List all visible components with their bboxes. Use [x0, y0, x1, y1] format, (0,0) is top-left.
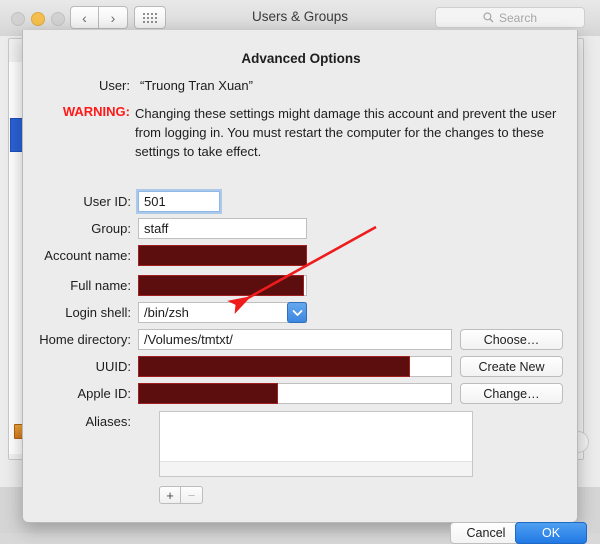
- account-name-redaction: [138, 245, 307, 266]
- field-row-full-name: Full name:: [23, 275, 579, 297]
- field-row-uuid: UUID: Create New: [23, 356, 579, 378]
- group-input[interactable]: staff: [138, 218, 307, 239]
- account-name-label: Account name:: [44, 248, 131, 263]
- remove-alias-button[interactable]: −: [181, 486, 203, 504]
- warning-text: Changing these settings might damage thi…: [135, 106, 557, 159]
- warning-label: WARNING:: [62, 104, 130, 119]
- user-id-input[interactable]: 501: [138, 191, 220, 212]
- search-icon: [483, 12, 494, 23]
- field-row-group: Group: staff: [23, 218, 579, 240]
- full-name-redaction: [138, 275, 304, 296]
- field-row-account-name: Account name:: [23, 245, 579, 267]
- chevron-down-icon: [292, 309, 302, 316]
- apple-id-redaction: [138, 383, 278, 404]
- create-new-button[interactable]: Create New: [460, 356, 563, 377]
- field-row-apple-id: Apple ID: Change…: [23, 383, 579, 405]
- search-input[interactable]: Search: [435, 7, 585, 28]
- advanced-options-sheet: Advanced Options User: “Truong Tran Xuan…: [22, 30, 587, 544]
- user-id-label: User ID:: [83, 194, 131, 209]
- sheet-title: Advanced Options: [241, 51, 361, 66]
- full-name-label: Full name:: [70, 278, 131, 293]
- uuid-label: UUID:: [95, 359, 131, 374]
- search-placeholder: Search: [498, 10, 538, 25]
- choose-button[interactable]: Choose…: [460, 329, 563, 350]
- uuid-redaction: [138, 356, 410, 377]
- ok-button[interactable]: OK: [515, 522, 587, 544]
- aliases-label: Aliases:: [85, 414, 131, 429]
- aliases-list[interactable]: [159, 411, 473, 477]
- login-shell-input[interactable]: /bin/zsh: [138, 302, 307, 323]
- cancel-button[interactable]: Cancel: [450, 522, 522, 544]
- aliases-add-remove-control: + −: [159, 486, 203, 504]
- apple-id-label: Apple ID:: [77, 386, 131, 401]
- field-row-home-directory: Home directory: /Volumes/tmtxt/ Choose…: [23, 329, 579, 351]
- field-row-user-id: User ID: 501: [23, 191, 579, 213]
- home-directory-label: Home directory:: [39, 332, 131, 347]
- change-button[interactable]: Change…: [460, 383, 563, 404]
- user-name-value: “Truong Tran Xuan”: [140, 78, 253, 93]
- aliases-list-footer: [160, 461, 472, 476]
- home-directory-input[interactable]: /Volumes/tmtxt/: [138, 329, 452, 350]
- field-row-login-shell: Login shell: /bin/zsh: [23, 302, 579, 324]
- login-shell-dropdown-button[interactable]: [287, 302, 307, 323]
- group-label: Group:: [91, 221, 131, 236]
- add-alias-button[interactable]: +: [159, 486, 181, 504]
- user-label: User:: [98, 78, 130, 93]
- login-shell-label: Login shell:: [65, 305, 131, 320]
